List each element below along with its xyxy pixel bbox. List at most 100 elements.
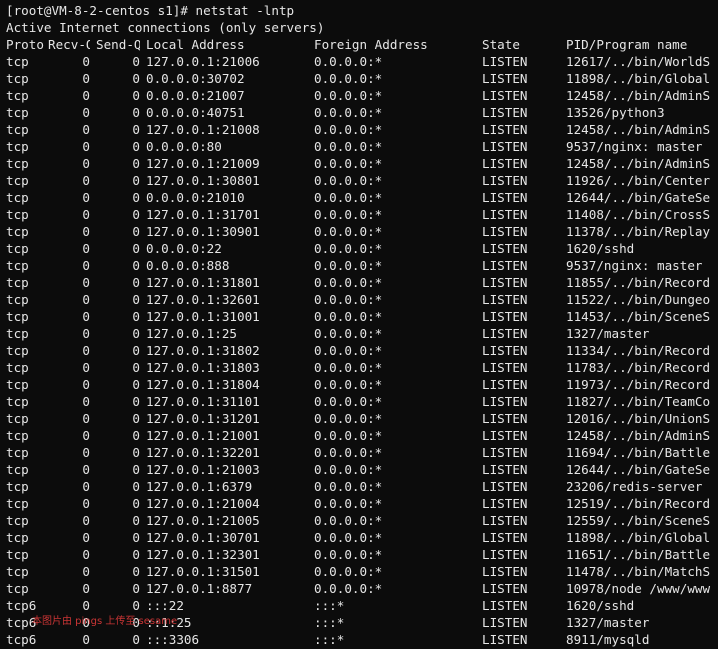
terminal-window[interactable]: [root@VM-8-2-centos s1]# netstat -lntp A… <box>0 0 718 649</box>
cell-proto: tcp <box>6 343 29 358</box>
cell-foreign-address: 0.0.0.0:* <box>314 309 383 324</box>
cell-pid-program: 11694/../bin/Battle <box>566 445 711 460</box>
cell-local-address: 0.0.0.0:22 <box>146 241 222 256</box>
cell-proto: tcp <box>6 122 29 137</box>
cell-foreign-address: 0.0.0.0:* <box>314 275 383 290</box>
cell-pid-program: 11973/../bin/Record <box>566 377 711 392</box>
cell-pid-program: 11408/../bin/CrossS <box>566 207 711 222</box>
table-row: tcp 0 0 127.0.0.1:31201 0.0.0.0:* LISTEN 12016… <box>0 410 718 427</box>
cell-local-address: 127.0.0.1:6379 <box>146 479 253 494</box>
cell-recvq: 0 <box>82 632 90 647</box>
cell-proto: tcp <box>6 54 29 69</box>
cell-state: LISTEN <box>482 394 528 409</box>
cell-pid-program: 11478/../bin/MatchS <box>566 564 711 579</box>
cell-foreign-address: 0.0.0.0:* <box>314 71 383 86</box>
cell-proto: tcp <box>6 445 29 460</box>
cell-pid-program: 11855/../bin/Record <box>566 275 711 290</box>
table-row: tcp 0 0 0.0.0.0:22 0.0.0.0:* LISTEN 1620/sshd <box>0 240 718 257</box>
cell-proto: tcp <box>6 547 29 562</box>
cell-foreign-address: 0.0.0.0:* <box>314 411 383 426</box>
cell-state: LISTEN <box>482 632 528 647</box>
table-row: tcp 0 0 0.0.0.0:80 0.0.0.0:* LISTEN 9537/nginx… <box>0 138 718 155</box>
cell-proto: tcp <box>6 377 29 392</box>
table-row: tcp 0 0 127.0.0.1:31803 0.0.0.0:* LISTEN 11783… <box>0 359 718 376</box>
table-row: tcp 0 0 127.0.0.1:31501 0.0.0.0:* LISTEN 11478… <box>0 563 718 580</box>
cell-foreign-address: 0.0.0.0:* <box>314 122 383 137</box>
cell-foreign-address: 0.0.0.0:* <box>314 139 383 154</box>
cell-recvq: 0 <box>82 173 90 188</box>
cell-recvq: 0 <box>82 564 90 579</box>
cell-foreign-address: 0.0.0.0:* <box>314 224 383 239</box>
cell-sendq: 0 <box>132 122 140 137</box>
cell-foreign-address: :::* <box>314 632 345 647</box>
cell-foreign-address: 0.0.0.0:* <box>314 190 383 205</box>
cell-recvq: 0 <box>82 513 90 528</box>
cell-sendq: 0 <box>132 581 140 596</box>
cell-foreign-address: 0.0.0.0:* <box>314 428 383 443</box>
cell-pid-program: 23206/redis-server <box>566 479 703 494</box>
cell-sendq: 0 <box>132 632 140 647</box>
cell-recvq: 0 <box>82 598 90 613</box>
cell-sendq: 0 <box>132 564 140 579</box>
cell-pid-program: 12644/../bin/GateSe <box>566 462 711 477</box>
cell-sendq: 0 <box>132 54 140 69</box>
cell-state: LISTEN <box>482 71 528 86</box>
cell-local-address: 0.0.0.0:80 <box>146 139 222 154</box>
cell-foreign-address: 0.0.0.0:* <box>314 360 383 375</box>
cell-local-address: 127.0.0.1:31501 <box>146 564 260 579</box>
cell-proto: tcp <box>6 207 29 222</box>
cell-pid-program: 11334/../bin/Record <box>566 343 711 358</box>
cell-state: LISTEN <box>482 275 528 290</box>
cell-foreign-address: 0.0.0.0:* <box>314 462 383 477</box>
cell-state: LISTEN <box>482 122 528 137</box>
cell-recvq: 0 <box>82 105 90 120</box>
cell-recvq: 0 <box>82 258 90 273</box>
cell-foreign-address: 0.0.0.0:* <box>314 207 383 222</box>
cell-local-address: 127.0.0.1:21003 <box>146 462 260 477</box>
cell-local-address: 127.0.0.1:31701 <box>146 207 260 222</box>
table-row: tcp 0 0 127.0.0.1:6379 0.0.0.0:* LISTEN 23206/… <box>0 478 718 495</box>
table-row: tcp 0 0 127.0.0.1:31801 0.0.0.0:* LISTEN 11855… <box>0 274 718 291</box>
table-row: tcp6 0 0:::3306:::* LISTEN 8911/mysqld <box>0 631 718 648</box>
cell-recvq: 0 <box>82 71 90 86</box>
cell-state: LISTEN <box>482 224 528 239</box>
cell-proto: tcp <box>6 479 29 494</box>
cell-pid-program: 10978/node /www/www <box>566 581 711 596</box>
cell-state: LISTEN <box>482 377 528 392</box>
cell-recvq: 0 <box>82 445 90 460</box>
cell-foreign-address: 0.0.0.0:* <box>314 156 383 171</box>
table-row: tcp 0 0 127.0.0.1:21003 0.0.0.0:* LISTEN 12644… <box>0 461 718 478</box>
table-row: tcp 0 0 127.0.0.1:21001 0.0.0.0:* LISTEN 12458… <box>0 427 718 444</box>
cell-proto: tcp <box>6 581 29 596</box>
cell-pid-program: 1620/sshd <box>566 598 635 613</box>
shell-prompt: [root@VM-8-2-centos s1]# netstat -lntp <box>6 3 295 18</box>
cell-foreign-address: 0.0.0.0:* <box>314 479 383 494</box>
cell-pid-program: 11898/../bin/Global <box>566 71 711 86</box>
cell-pid-program: 11898/../bin/Global <box>566 530 711 545</box>
cell-recvq: 0 <box>82 122 90 137</box>
cell-recvq: 0 <box>82 394 90 409</box>
table-row: tcp 0 0 127.0.0.1:30801 0.0.0.0:* LISTEN 11926… <box>0 172 718 189</box>
cell-sendq: 0 <box>132 445 140 460</box>
cell-foreign-address: 0.0.0.0:* <box>314 343 383 358</box>
cell-foreign-address: 0.0.0.0:* <box>314 173 383 188</box>
table-row: tcp6 0 0:::22:::* LISTEN 1620/sshd <box>0 597 718 614</box>
cell-local-address: 127.0.0.1:21001 <box>146 428 260 443</box>
cell-pid-program: 11926/../bin/Center <box>566 173 711 188</box>
cell-pid-program: 11522/../bin/Dungeo <box>566 292 711 307</box>
cell-state: LISTEN <box>482 105 528 120</box>
cell-pid-program: 11783/../bin/Record <box>566 360 711 375</box>
header-foreign-address: Foreign Address <box>314 37 428 52</box>
cell-state: LISTEN <box>482 598 528 613</box>
table-row: tcp 0 0 127.0.0.1:21004 0.0.0.0:* LISTEN 12519… <box>0 495 718 512</box>
cell-state: LISTEN <box>482 530 528 545</box>
cell-recvq: 0 <box>82 479 90 494</box>
table-row: tcp 0 0 127.0.0.1:21005 0.0.0.0:* LISTEN 12559… <box>0 512 718 529</box>
table-row: tcp 0 0 127.0.0.1:32601 0.0.0.0:* LISTEN 11522… <box>0 291 718 308</box>
cell-foreign-address: 0.0.0.0:* <box>314 394 383 409</box>
cell-state: LISTEN <box>482 173 528 188</box>
cell-proto: tcp <box>6 190 29 205</box>
cell-recvq: 0 <box>82 292 90 307</box>
table-row: tcp 0 0 127.0.0.1:31101 0.0.0.0:* LISTEN 11827… <box>0 393 718 410</box>
cell-state: LISTEN <box>482 156 528 171</box>
